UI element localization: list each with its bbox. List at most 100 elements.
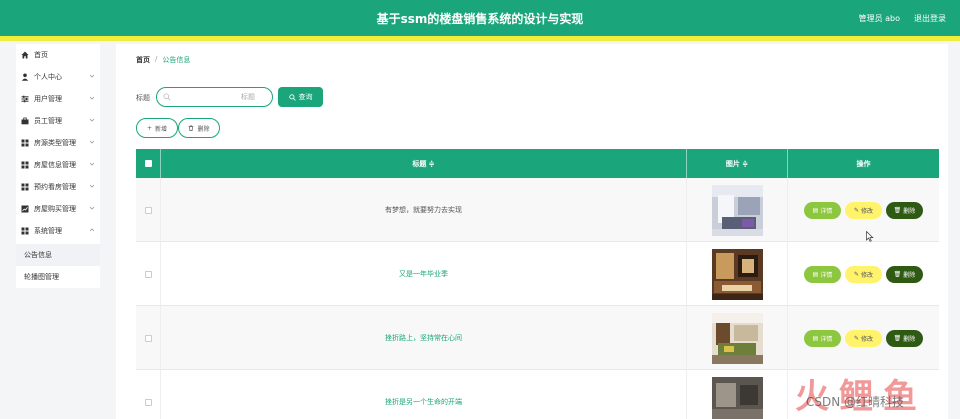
delete-button[interactable]: 🗑 删除 (886, 329, 923, 347)
sidebar-item-house-type[interactable]: 房源类型管理 (16, 132, 100, 154)
sidebar: 首页 个人中心 用户管理 员工管理 房源类型管理 房屋信息管理 预约看房管理 房… (16, 44, 100, 288)
sidebar-item-purchase[interactable]: 房屋购买管理 (16, 198, 100, 220)
chevron-down-icon (89, 162, 95, 166)
edit-button[interactable]: ✎ 修改 (845, 329, 882, 347)
trash-icon (189, 125, 194, 131)
chevron-down-icon (89, 140, 95, 144)
row-title: 挫折路上，坚持常在心间 (161, 306, 687, 370)
select-all-checkbox[interactable] (144, 160, 152, 167)
search-box (156, 87, 273, 107)
row-checkbox[interactable] (144, 206, 152, 214)
sidebar-item-viewing[interactable]: 预约看房管理 (16, 176, 100, 198)
chart-icon (21, 205, 29, 213)
batch-delete-label: 删除 (197, 125, 210, 133)
grid-icon (21, 161, 29, 169)
briefcase-icon (21, 117, 29, 125)
search-label: 标题 (136, 94, 150, 102)
trash-icon: 🗑 (893, 206, 902, 214)
user-icon (21, 73, 29, 81)
delete-button[interactable]: 🗑 删除 (886, 201, 923, 219)
delete-button-label: 删除 (903, 271, 916, 279)
grid-icon (21, 227, 29, 235)
edit-icon: ✎ (853, 334, 859, 342)
announcement-image (711, 248, 763, 300)
chevron-down-icon (89, 118, 95, 122)
detail-button[interactable]: ▤ 详情 (804, 201, 841, 219)
sidebar-item-label: 系统管理 (34, 227, 62, 235)
search-input[interactable] (171, 93, 261, 101)
delete-button-label: 删除 (903, 335, 916, 343)
row-title: 挫折是另一个生命的开端 (161, 370, 687, 419)
sliders-icon (21, 95, 29, 103)
column-header-ops: 操作 (856, 159, 871, 168)
current-user-label[interactable]: 管理员 abo (859, 13, 900, 24)
sidebar-item-staff[interactable]: 员工管理 (16, 110, 100, 132)
edit-button-label: 修改 (861, 271, 874, 279)
app-title: 基于ssm的楼盘销售系统的设计与实现 (376, 12, 584, 26)
chevron-down-icon (89, 96, 95, 100)
top-bar-accent-line (0, 36, 960, 41)
table-row: 又是一年毕业季 ▤ 详情 ✎ 修改 🗑 删除 (136, 242, 939, 306)
delete-button-label: 删除 (903, 207, 916, 215)
trash-icon: 🗑 (893, 334, 902, 342)
row-title: 又是一年毕业季 (161, 242, 687, 306)
sidebar-item-house-info[interactable]: 房屋信息管理 (16, 154, 100, 176)
sidebar-item-label: 个人中心 (34, 73, 62, 81)
chevron-up-icon (89, 228, 95, 232)
trash-icon: 🗑 (893, 270, 902, 278)
detail-button[interactable]: ▤ 详情 (804, 265, 841, 283)
edit-icon: ✎ (853, 270, 859, 278)
add-button-label: 新增 (155, 125, 168, 133)
watermark-text: CSDN @红晴科技 (806, 395, 905, 409)
breadcrumb-current: 公告信息 (162, 56, 191, 64)
breadcrumb-home[interactable]: 首页 (136, 55, 150, 65)
edit-button[interactable]: ✎ 修改 (845, 201, 882, 219)
detail-button-label: 详情 (820, 335, 833, 343)
search-button[interactable]: 查询 (278, 87, 323, 107)
search-icon (163, 93, 171, 101)
plus-icon: + (146, 124, 152, 132)
sidebar-item-home[interactable]: 首页 (16, 44, 100, 66)
detail-button-label: 详情 (820, 207, 833, 215)
sidebar-subitem-carousel[interactable]: 轮播图管理 (16, 266, 100, 288)
row-checkbox[interactable] (144, 334, 152, 342)
edit-button-label: 修改 (861, 335, 874, 343)
grid-icon (21, 183, 29, 191)
sidebar-item-users[interactable]: 用户管理 (16, 88, 100, 110)
announcement-image (711, 184, 763, 236)
sidebar-subitem-announcements[interactable]: 公告信息 (16, 244, 100, 266)
batch-delete-button[interactable]: 删除 (178, 118, 220, 138)
detail-icon: ▤ (812, 206, 819, 214)
row-checkbox[interactable] (144, 270, 152, 278)
edit-button-label: 修改 (861, 207, 874, 215)
detail-icon: ▤ (812, 270, 819, 278)
edit-button[interactable]: ✎ 修改 (845, 265, 882, 283)
sidebar-item-label: 预约看房管理 (34, 183, 76, 191)
column-header-image[interactable]: 图片 ≑ (687, 149, 788, 178)
table-row: 有梦想，就要努力去实现 ▤ 详情 ✎ 修改 🗑 删除 (136, 178, 939, 242)
add-button[interactable]: + 新增 (136, 118, 178, 138)
grid-icon (21, 139, 29, 147)
table-header: 标题 ≑ 图片 ≑ 操作 (136, 149, 939, 178)
sidebar-item-profile[interactable]: 个人中心 (16, 66, 100, 88)
edit-icon: ✎ (853, 206, 859, 214)
sidebar-item-label: 首页 (34, 51, 48, 59)
announcement-image (711, 376, 763, 419)
announcement-image (711, 312, 763, 364)
top-right-menu: 管理员 abo 退出登录 (859, 13, 946, 24)
delete-button[interactable]: 🗑 删除 (886, 265, 923, 283)
table-row: 挫折路上，坚持常在心间 ▤ 详情 ✎ 修改 🗑 删除 (136, 306, 939, 370)
column-header-title[interactable]: 标题 ≑ (161, 149, 687, 178)
sidebar-item-label: 房屋信息管理 (34, 161, 76, 169)
main-panel: 首页 / 公告信息 标题 查询 + 新增 删除 标题 ≑ 图片 ≑ 操作 有梦想… (116, 44, 948, 419)
sidebar-item-label: 房屋购买管理 (34, 205, 76, 213)
chevron-down-icon (89, 184, 95, 188)
sidebar-item-system[interactable]: 系统管理 (16, 220, 100, 242)
detail-button-label: 详情 (820, 271, 833, 279)
logout-button[interactable]: 退出登录 (914, 13, 946, 24)
row-title: 有梦想，就要努力去实现 (161, 178, 687, 242)
detail-button[interactable]: ▤ 详情 (804, 329, 841, 347)
row-checkbox[interactable] (144, 398, 152, 406)
search-button-label: 查询 (298, 93, 313, 101)
chevron-down-icon (89, 206, 95, 210)
